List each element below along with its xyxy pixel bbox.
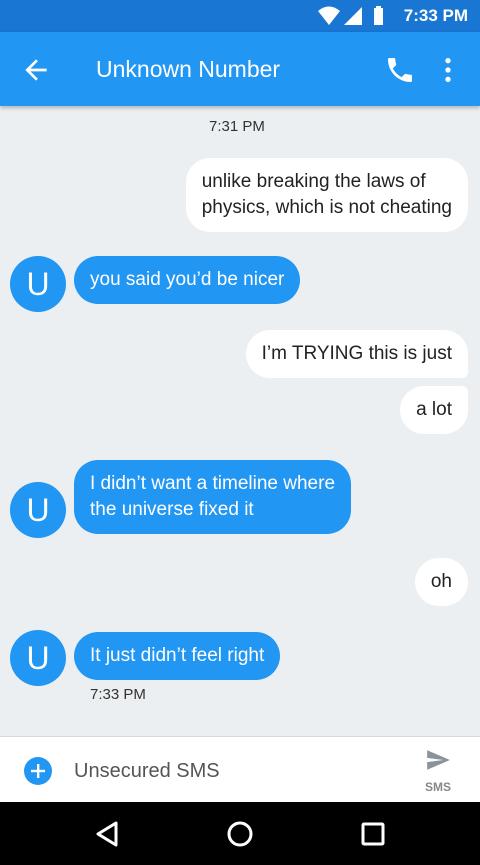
outgoing-message[interactable]: unlike breaking the laws of physics, whi… xyxy=(185,158,468,232)
incoming-message[interactable]: It just didn’t feel right xyxy=(74,632,281,680)
status-icons xyxy=(318,6,383,25)
outgoing-message[interactable]: a lot xyxy=(400,386,468,434)
nav-recents-button[interactable] xyxy=(356,817,390,851)
timestamp: 7:31 PM xyxy=(209,118,265,135)
message-line: physics, which is not cheating xyxy=(201,197,452,218)
call-button[interactable] xyxy=(384,54,416,86)
phone-icon xyxy=(388,58,412,82)
send-icon xyxy=(427,750,450,770)
outgoing-message[interactable]: I’m TRYING this is just xyxy=(245,330,468,378)
incoming-message[interactable]: I didn’t want a timeline where the unive… xyxy=(74,460,352,534)
timestamp: 7:33 PM xyxy=(90,686,146,703)
nav-back-button[interactable] xyxy=(90,817,124,851)
message-line: you said you’d be nicer xyxy=(90,269,285,290)
message-thread[interactable]: 7:31 PM unlike breaking the laws of phys… xyxy=(0,106,480,736)
nav-home-button[interactable] xyxy=(223,817,257,851)
conversation-title: Unknown Number xyxy=(96,56,281,82)
message-line: unlike breaking the laws of xyxy=(201,171,426,192)
status-time: 7:33 PM xyxy=(403,6,468,25)
signal-icon xyxy=(344,7,362,25)
back-button[interactable] xyxy=(20,54,52,86)
add-attachment-button[interactable] xyxy=(24,757,52,785)
navigation-bar xyxy=(0,802,480,865)
battery-icon xyxy=(374,8,383,25)
wifi-icon xyxy=(318,6,340,25)
message-input[interactable] xyxy=(72,753,396,789)
status-bar: 7:33 PM xyxy=(0,0,480,32)
recents-square-icon xyxy=(361,822,385,846)
incoming-message[interactable]: you said you’d be nicer xyxy=(74,256,301,304)
back-triangle-icon xyxy=(96,821,118,847)
message-line: a lot xyxy=(416,399,452,420)
contact-avatar[interactable]: U xyxy=(10,482,66,538)
plus-icon xyxy=(31,764,45,778)
send-label: SMS xyxy=(424,780,451,794)
send-button[interactable]: SMS xyxy=(418,747,458,795)
message-line: the universe fixed it xyxy=(90,499,254,520)
message-line: It just didn’t feel right xyxy=(90,645,265,666)
message-line: I didn’t want a timeline where xyxy=(90,473,336,494)
outgoing-message[interactable]: oh xyxy=(414,558,468,606)
message-line: I’m TRYING this is just xyxy=(261,343,452,364)
contact-avatar[interactable]: U xyxy=(10,256,66,312)
back-arrow-icon xyxy=(25,59,47,81)
message-line: oh xyxy=(430,571,452,592)
home-circle-icon xyxy=(227,821,253,847)
compose-bar: SMS xyxy=(0,736,480,803)
contact-avatar[interactable]: U xyxy=(10,630,66,686)
app-bar: Unknown Number xyxy=(0,32,480,106)
more-options-button[interactable] xyxy=(432,54,464,86)
more-vert-icon xyxy=(445,58,451,82)
